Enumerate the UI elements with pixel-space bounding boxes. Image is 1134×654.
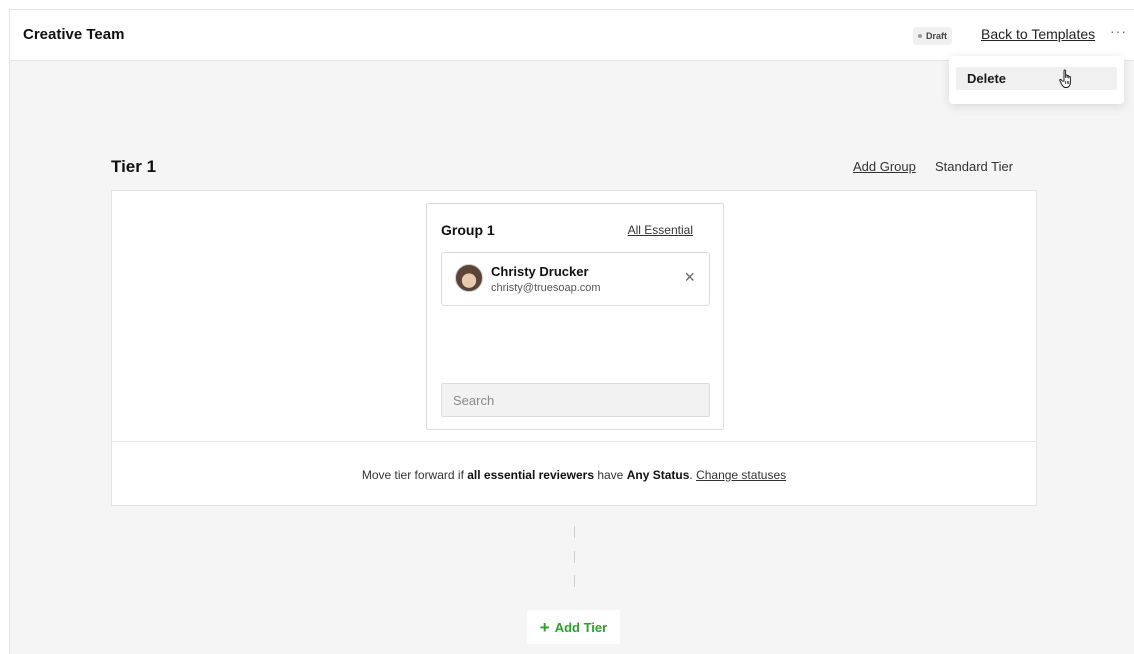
group-name: Group 1 bbox=[441, 222, 495, 238]
rule-middle: have bbox=[594, 468, 627, 482]
status-dot-icon bbox=[918, 34, 922, 38]
plus-icon: + bbox=[539, 617, 550, 637]
rule-prefix: Move tier forward if bbox=[361, 468, 468, 482]
page-title: Creative Team bbox=[23, 26, 125, 43]
more-options-icon[interactable]: ··· bbox=[1110, 23, 1127, 39]
reviewer-name: Christy Drucker bbox=[491, 264, 589, 279]
hand-pointer-icon bbox=[1059, 69, 1071, 88]
tier-rule-text: Move tier forward if all essential revie… bbox=[112, 468, 1036, 482]
remove-reviewer-icon[interactable]: × bbox=[684, 268, 695, 286]
options-dropdown-menu: Delete bbox=[949, 56, 1124, 104]
status-badge-label: Draft bbox=[926, 31, 948, 41]
reviewer-card: Christy Drucker christy@truesoap.com × bbox=[441, 252, 710, 306]
divider bbox=[112, 441, 1036, 442]
add-group-link[interactable]: Add Group bbox=[853, 159, 916, 174]
all-essential-link[interactable]: All Essential bbox=[628, 223, 693, 237]
change-statuses-link[interactable]: Change statuses bbox=[696, 468, 786, 482]
app-window: Creative Team Draft Back to Templates ··… bbox=[9, 9, 1134, 654]
reviewer-email: christy@truesoap.com bbox=[491, 282, 601, 294]
connector-line bbox=[574, 575, 575, 587]
status-badge: Draft bbox=[913, 27, 953, 45]
connector-line bbox=[574, 526, 575, 538]
add-tier-label: Add Tier bbox=[554, 619, 608, 635]
avatar bbox=[455, 264, 483, 292]
add-tier-button[interactable]: + Add Tier bbox=[527, 610, 620, 644]
top-bar: Creative Team Draft Back to Templates ··… bbox=[10, 10, 1134, 61]
tier-card: Group 1 All Essential Christy Drucker ch… bbox=[111, 190, 1037, 506]
delete-menu-item-label: Delete bbox=[967, 71, 1007, 86]
connector-line bbox=[574, 551, 575, 563]
tier-type-selector[interactable]: Standard Tier bbox=[935, 159, 1013, 174]
rule-emphasis-reviewers: all essential reviewers bbox=[467, 468, 594, 482]
rule-emphasis-status: Any Status bbox=[626, 468, 690, 482]
back-to-templates-link[interactable]: Back to Templates bbox=[981, 26, 1095, 42]
tier-title: Tier 1 bbox=[111, 157, 157, 176]
delete-menu-item[interactable]: Delete bbox=[956, 67, 1117, 90]
reviewer-search-input[interactable] bbox=[441, 383, 710, 417]
group-card: Group 1 All Essential Christy Drucker ch… bbox=[426, 203, 724, 430]
